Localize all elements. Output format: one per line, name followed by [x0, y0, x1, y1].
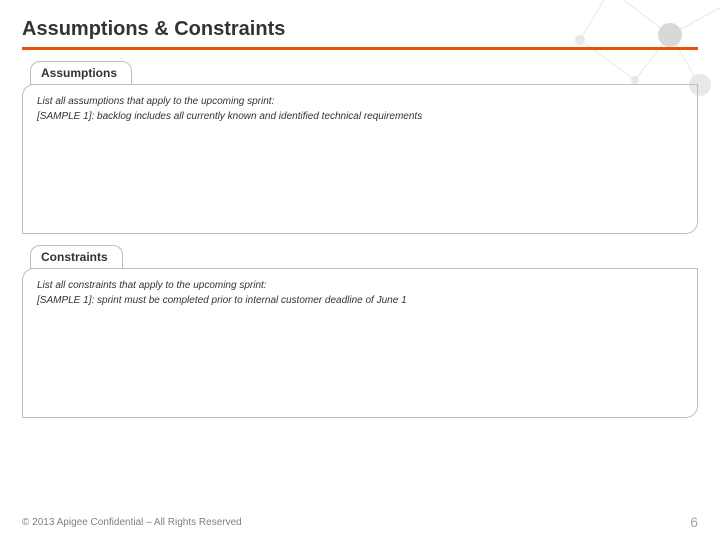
page-number: 6: [690, 514, 698, 530]
title-underline: [22, 47, 698, 50]
constraints-line1: List all constraints that apply to the u…: [37, 279, 683, 293]
page-title: Assumptions & Constraints: [22, 18, 698, 41]
constraints-line2: [SAMPLE 1]: sprint must be completed pri…: [37, 294, 683, 308]
assumptions-label: Assumptions: [30, 61, 132, 85]
constraints-box: List all constraints that apply to the u…: [22, 268, 698, 418]
assumptions-line1: List all assumptions that apply to the u…: [37, 95, 683, 109]
constraints-section: Constraints List all constraints that ap…: [22, 244, 698, 418]
footer: © 2013 Apigee Confidential – All Rights …: [22, 514, 698, 530]
constraints-label: Constraints: [30, 245, 123, 269]
assumptions-box: List all assumptions that apply to the u…: [22, 84, 698, 234]
assumptions-section: Assumptions List all assumptions that ap…: [22, 60, 698, 234]
assumptions-line2: [SAMPLE 1]: backlog includes all current…: [37, 110, 683, 124]
copyright-text: © 2013 Apigee Confidential – All Rights …: [22, 517, 242, 528]
